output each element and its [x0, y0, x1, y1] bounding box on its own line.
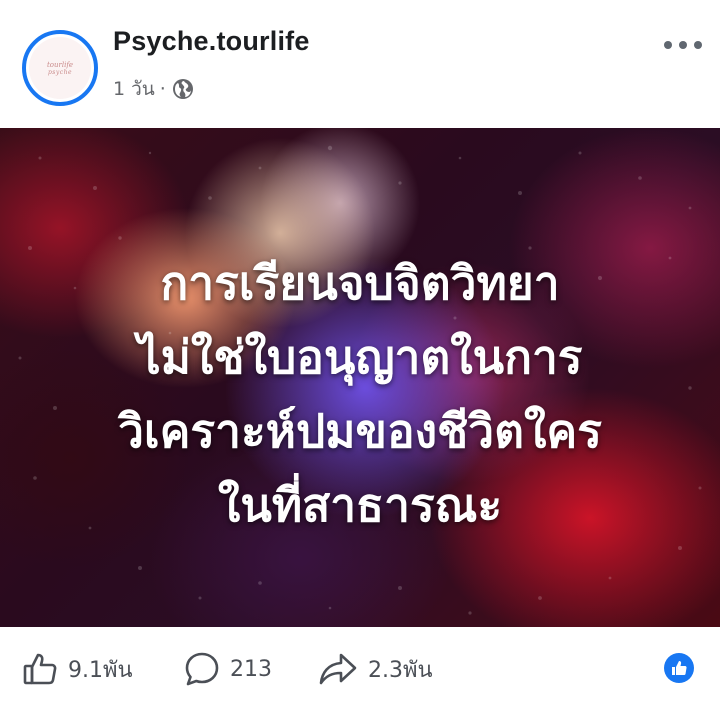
more-dot	[664, 41, 672, 49]
avatar-logo: tourlife psyche	[29, 37, 91, 99]
avatar-logo-text-1: tourlife	[46, 60, 74, 69]
avatar-logo-text-2: psyche	[47, 68, 73, 76]
caption-line-3: วิเคราะห์ปมของชีวิตใคร	[118, 404, 602, 458]
page-avatar[interactable]: tourlife psyche	[22, 30, 98, 106]
more-dot	[679, 41, 687, 49]
like-reaction-icon[interactable]	[664, 653, 694, 683]
comment-count: 213	[230, 656, 272, 682]
page-name[interactable]: Psyche.tourlife	[113, 26, 310, 57]
more-dot	[694, 41, 702, 49]
share-count: 2.3พัน	[368, 657, 433, 683]
share-button[interactable]: 2.3พัน	[318, 651, 433, 687]
caption-line-4: ในที่สาธารณะ	[217, 478, 503, 532]
like-button[interactable]: 9.1พัน	[22, 651, 133, 687]
comment-bubble-icon	[184, 651, 220, 687]
image-caption-text: การเรียนจบจิตวิทยา ไม่ใช่ใบอนุญาตในการ ว…	[0, 246, 720, 542]
caption-line-1: การเรียนจบจิตวิทยา	[160, 256, 560, 310]
meta-separator: ·	[159, 78, 166, 100]
post-header: tourlife psyche Psyche.tourlife 1 วัน ·	[0, 0, 720, 128]
post-image[interactable]: การเรียนจบจิตวิทยา ไม่ใช่ใบอนุญาตในการ ว…	[0, 128, 720, 627]
post-meta: 1 วัน ·	[113, 74, 194, 104]
thumbs-up-icon	[22, 651, 58, 687]
post-actions-bar: 9.1พัน 213 2.3พัน	[0, 627, 720, 712]
comment-button[interactable]: 213	[184, 651, 272, 687]
more-options-button[interactable]	[664, 36, 702, 54]
like-count: 9.1พัน	[68, 657, 133, 683]
caption-line-2: ไม่ใช่ใบอนุญาตในการ	[137, 330, 583, 384]
globe-icon[interactable]	[172, 78, 194, 100]
post-timestamp[interactable]: 1 วัน	[113, 74, 155, 104]
share-arrow-icon	[318, 651, 358, 687]
